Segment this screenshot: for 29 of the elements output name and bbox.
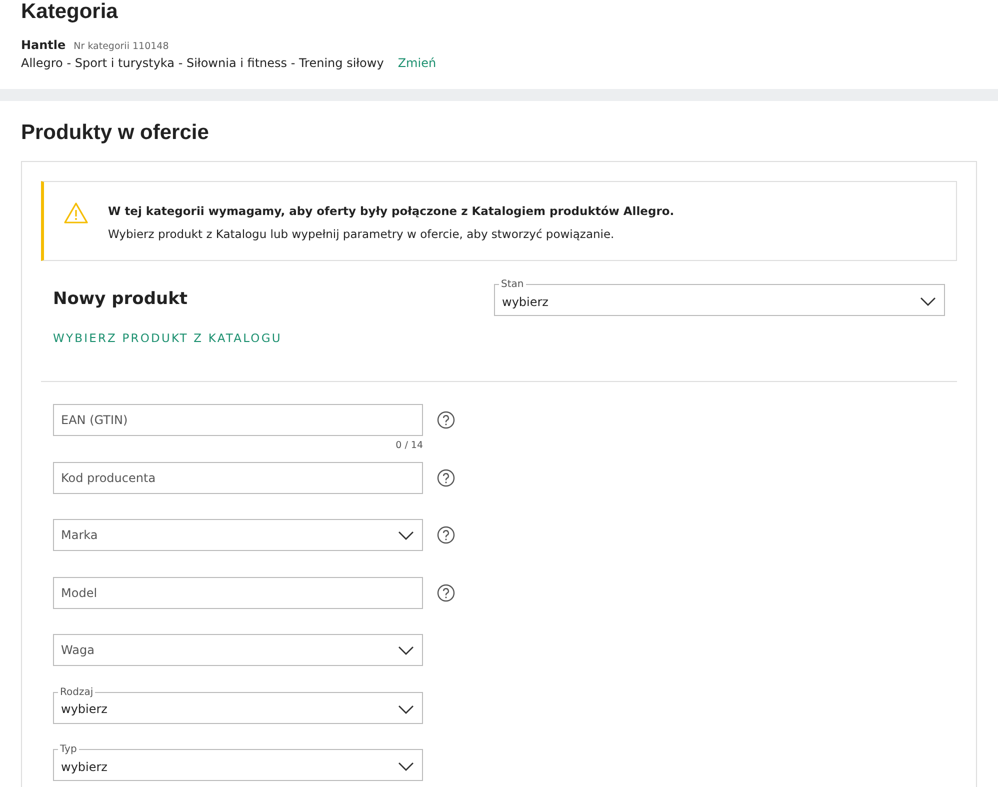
text-field[interactable]: EAN (GTIN) xyxy=(53,404,423,436)
help-icon[interactable] xyxy=(437,584,455,602)
warning-icon xyxy=(64,202,88,224)
select-field[interactable]: Waga xyxy=(53,634,423,666)
text-field[interactable]: Model xyxy=(53,576,423,608)
help-icon[interactable] xyxy=(437,411,455,429)
select-field[interactable]: Rodzaj wybierz xyxy=(53,686,423,724)
alert-title: W tej kategorii wymagamy, aby oferty były połączone z Katalogiem produktów Allegro. xyxy=(108,204,674,218)
help-icon[interactable] xyxy=(437,526,455,544)
select-field[interactable]: Stan wybierz xyxy=(494,278,945,316)
chevron-down-icon xyxy=(398,762,414,771)
character-counter: 0 / 14 xyxy=(396,440,423,451)
category-path: Allegro - Sport i turystyka - Siłownia i fitness - Trening siłowy xyxy=(21,56,384,70)
help-icon[interactable] xyxy=(437,468,455,486)
chevron-down-icon xyxy=(398,704,414,714)
chevron-down-icon xyxy=(398,646,414,654)
select-field[interactable]: Typ wybierz xyxy=(53,743,423,781)
change-link[interactable]: Zmień xyxy=(398,56,436,70)
select-field[interactable]: Marka xyxy=(53,519,423,551)
category-number: Nr kategorii 110148 xyxy=(74,41,169,52)
section-title: Produkty w ofercie xyxy=(21,121,209,145)
section-title: Kategoria xyxy=(21,0,118,24)
chevron-down-icon xyxy=(398,530,414,540)
category-name: Hantle xyxy=(21,38,66,52)
text-field[interactable]: Kod producenta xyxy=(53,462,423,494)
chevron-down-icon xyxy=(920,297,936,306)
catalog-link[interactable]: WYBIERZ PRODUKT Z KATALOGU xyxy=(53,331,282,345)
alert-text: Wybierz produkt z Katalogu lub wypełnij parametry w ofercie, aby stworzyć powiązanie. xyxy=(108,227,616,241)
product-heading: Nowy produkt xyxy=(53,289,189,309)
